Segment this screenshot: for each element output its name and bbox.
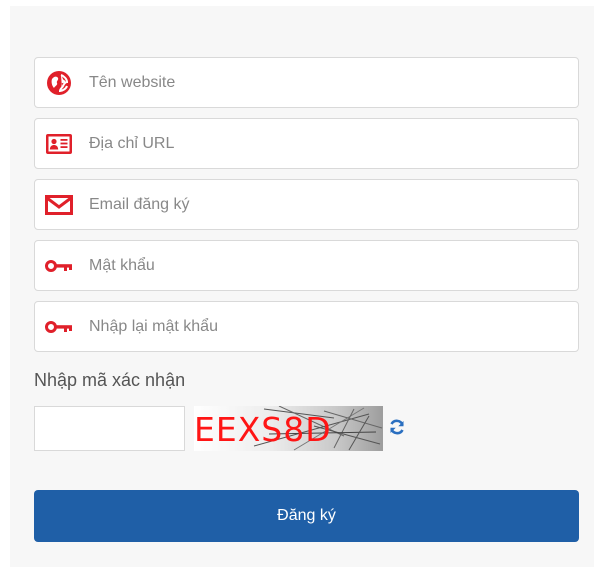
email-field[interactable]: [34, 179, 579, 230]
refresh-icon[interactable]: [388, 418, 406, 436]
envelope-icon: [45, 191, 73, 219]
website-field[interactable]: [34, 57, 579, 108]
globe-icon: [45, 69, 73, 97]
key-icon: [45, 313, 73, 341]
captcha-label: Nhập mã xác nhận: [34, 370, 186, 390]
password-confirm-field[interactable]: [34, 301, 579, 352]
url-field[interactable]: [34, 118, 579, 169]
id-card-icon: [45, 130, 73, 158]
password-input[interactable]: [89, 241, 569, 290]
key-icon: [45, 252, 73, 280]
captcha-input[interactable]: [34, 406, 185, 451]
website-input[interactable]: [89, 58, 569, 107]
password-field[interactable]: [34, 240, 579, 291]
captcha-image: EEXS8D: [194, 406, 383, 451]
password-confirm-input[interactable]: [89, 302, 569, 351]
url-input[interactable]: [89, 119, 569, 168]
captcha-code: EEXS8D: [194, 410, 332, 449]
register-button[interactable]: Đăng ký: [34, 490, 579, 542]
email-input[interactable]: [89, 180, 569, 229]
